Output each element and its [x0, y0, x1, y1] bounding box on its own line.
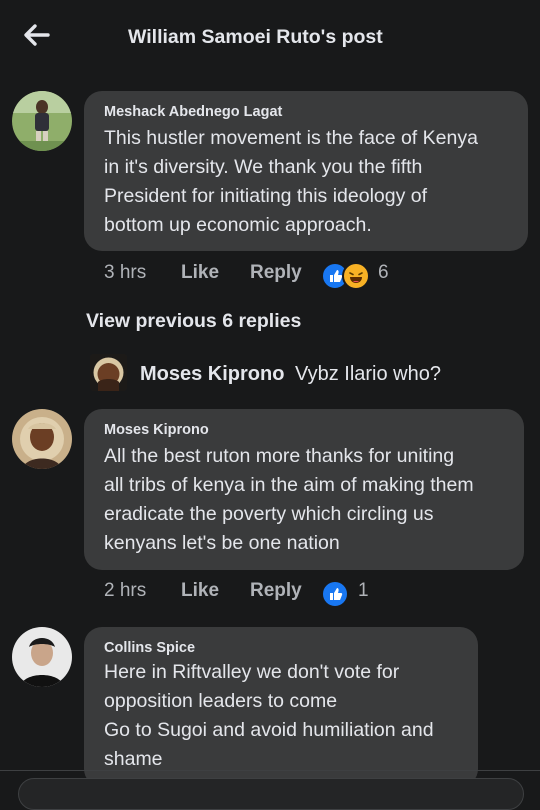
reply-button[interactable]: Reply [250, 580, 302, 602]
comment-bubble[interactable]: Meshack Abednego Lagat This hustler move… [84, 91, 528, 251]
comment-line: President for initiating this ideology o… [104, 185, 428, 207]
comment-line: in it's diversity. We thank you the fift… [104, 156, 423, 178]
avatar[interactable] [90, 354, 127, 391]
reply-text: Vybz Ilario who? [295, 363, 441, 385]
comment-line: Here in Riftvalley we don't vote for [104, 661, 400, 683]
top-bar: William Samoei Ruto's post [0, 0, 540, 76]
page-title: William Samoei Ruto's post [128, 26, 383, 48]
comment-line: all tribs of kenya in the aim of making … [104, 474, 474, 496]
haha-reaction-icon[interactable] [342, 262, 370, 290]
reply-button[interactable]: Reply [250, 262, 302, 284]
like-button[interactable]: Like [181, 580, 219, 602]
reply-preview[interactable]: Moses Kiprono Vybz Ilario who? [90, 354, 530, 394]
comment-line: eradicate the poverty which circling us [104, 503, 434, 525]
comment-line: This hustler movement is the face of Ken… [104, 127, 478, 149]
comment-text: Here in Riftvalley we don't vote for opp… [104, 658, 434, 774]
avatar-photo [90, 354, 127, 391]
avatar[interactable] [12, 627, 72, 687]
comment-actions: 3 hrs Like Reply 6 [104, 262, 524, 290]
comment-author[interactable]: Collins Spice [104, 640, 195, 656]
comment-author[interactable]: Meshack Abednego Lagat [104, 104, 282, 120]
comment-actions: 2 hrs Like Reply 1 [104, 580, 524, 608]
avatar-photo [12, 409, 72, 469]
comment-text: All the best ruton more thanks for uniti… [104, 442, 474, 558]
comment-bubble[interactable]: Collins Spice Here in Riftvalley we don'… [84, 627, 478, 787]
comment-composer[interactable] [18, 778, 524, 810]
comment-line: Go to Sugoi and avoid humiliation and [104, 719, 434, 741]
comment-line: kenyans let's be one nation [104, 532, 340, 554]
comment-line: All the best ruton more thanks for uniti… [104, 445, 455, 467]
like-button[interactable]: Like [181, 262, 219, 284]
comment-time[interactable]: 2 hrs [104, 580, 146, 602]
comment-author[interactable]: Moses Kiprono [104, 422, 209, 438]
reply-author[interactable]: Moses Kiprono [140, 363, 284, 386]
reaction-count[interactable]: 1 [358, 580, 369, 602]
comment-time[interactable]: 3 hrs [104, 262, 146, 284]
avatar-photo [12, 627, 72, 687]
reaction-count[interactable]: 6 [378, 262, 389, 284]
comment-text: This hustler movement is the face of Ken… [104, 124, 478, 240]
comment-bubble[interactable]: Moses Kiprono All the best ruton more th… [84, 409, 524, 570]
avatar-photo [12, 91, 72, 151]
comment-line: bottom up economic approach. [104, 214, 372, 236]
comment-line: opposition leaders to come [104, 690, 338, 712]
arrow-left-icon[interactable] [22, 22, 50, 48]
view-previous-replies-link[interactable]: View previous 6 replies [86, 310, 301, 333]
like-reaction-icon[interactable] [321, 580, 349, 608]
divider [0, 770, 540, 771]
avatar[interactable] [12, 91, 72, 151]
avatar[interactable] [12, 409, 72, 469]
